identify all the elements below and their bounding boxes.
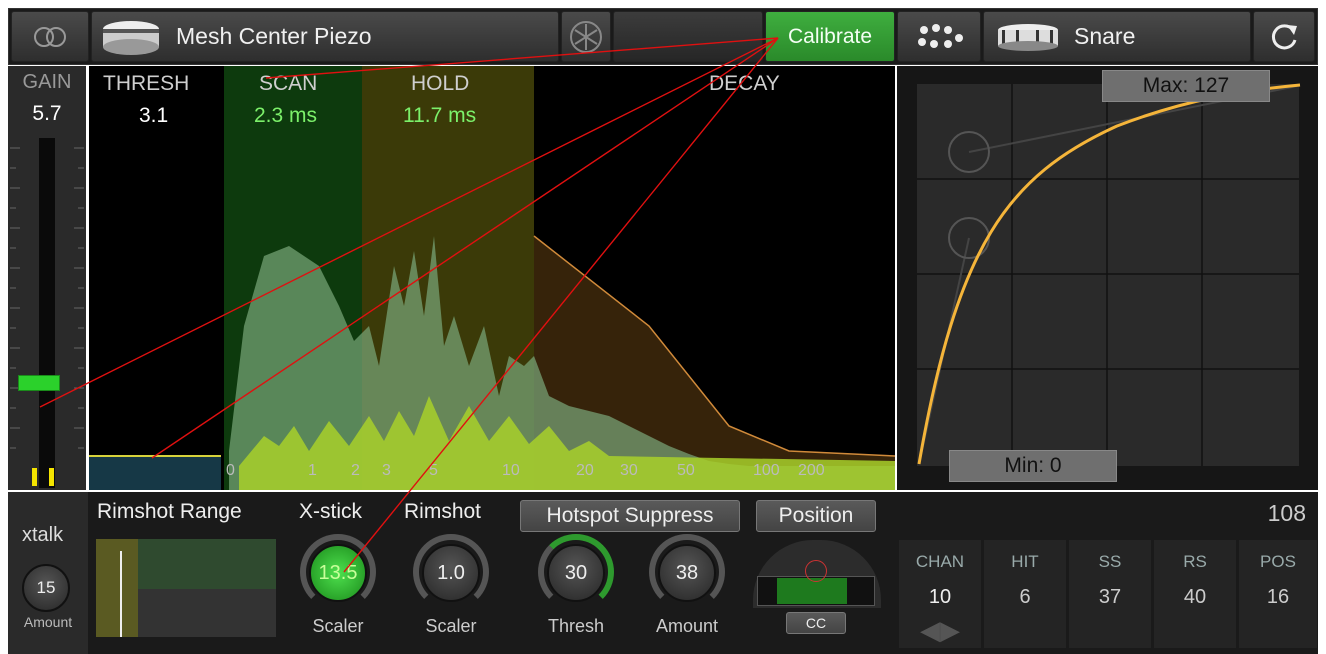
bottom-panel: xtalk 15 Amount Rimshot Range X-stick 13… xyxy=(8,492,1318,654)
chan-title: CHAN xyxy=(915,552,965,571)
tick-label: 5 xyxy=(429,462,438,479)
channel-ss[interactable]: SS 37 xyxy=(1069,540,1151,648)
rs-title: RS xyxy=(1183,552,1207,571)
drumkit-icon xyxy=(918,23,963,48)
link-button[interactable] xyxy=(11,11,89,62)
channel-rs[interactable]: RS 40 xyxy=(1154,540,1236,648)
tick-label: 100 xyxy=(753,462,780,479)
xtalk-section: xtalk 15 Amount xyxy=(8,492,88,654)
tick-label: 30 xyxy=(620,462,638,479)
gain-column: GAIN 5.7 xyxy=(8,66,86,490)
cc-button[interactable]: CC xyxy=(786,612,846,634)
velocity-curve-panel: Max: 127 Min: 0 xyxy=(897,66,1318,490)
hotspot-amount-label: Amount xyxy=(655,616,719,636)
scan-value: 2.3 ms xyxy=(254,104,318,127)
hotspot-thresh-knob[interactable]: 30 xyxy=(547,544,605,602)
rimshot-label: Rimshot xyxy=(404,500,482,523)
yamaha-logo-icon xyxy=(570,20,602,53)
max-velocity-label[interactable]: Max: 127 xyxy=(1102,70,1270,102)
refresh-icon xyxy=(1271,23,1297,49)
time-scale: 0 1 2 3 5 10 20 30 50 100 200 xyxy=(224,462,894,488)
hold-value: 11.7 ms xyxy=(403,104,477,127)
chan-arrows: ◀▶ xyxy=(899,615,981,646)
instrument-name: Snare xyxy=(1074,23,1136,49)
xstick-scaler-knob[interactable]: 13.5 xyxy=(309,544,367,602)
event-count: 108 xyxy=(1267,500,1306,526)
rimshot-scaler-knob[interactable]: 1.0 xyxy=(422,544,480,602)
channel-hit[interactable]: HIT 6 xyxy=(984,540,1066,648)
snare-drum-icon xyxy=(998,23,1058,51)
kit-layout-button[interactable] xyxy=(897,11,981,62)
instrument-select-button[interactable]: Snare xyxy=(983,11,1251,62)
decay-label: DECAY xyxy=(709,72,780,95)
calibrate-label: Calibrate xyxy=(787,24,873,48)
top-bar: Mesh Center Piezo Calibrate Snare xyxy=(8,8,1318,65)
xtalk-knob[interactable]: 15 xyxy=(22,564,70,612)
xstick-scaler-label: Scaler xyxy=(312,616,364,636)
pos-title: POS xyxy=(1260,552,1296,571)
yamaha-button[interactable] xyxy=(561,11,611,62)
gain-scale-ticks xyxy=(10,147,84,449)
xtalk-label: xtalk xyxy=(22,524,64,546)
hotspot-thresh-label: Thresh xyxy=(547,616,605,636)
pad-name: Mesh Center Piezo xyxy=(176,23,372,49)
rimshot-range-graph[interactable] xyxy=(96,539,276,637)
pad-select-button[interactable]: Mesh Center Piezo xyxy=(91,11,559,62)
gain-label: GAIN xyxy=(22,71,72,93)
tick-label: 0 xyxy=(226,462,235,479)
thresh-label: THRESH xyxy=(103,72,190,95)
channel-chan[interactable]: CHAN 10 ◀▶ xyxy=(899,540,981,648)
hotspot-amount-knob[interactable]: 38 xyxy=(658,544,716,602)
tick-label: 2 xyxy=(351,462,360,479)
calibrate-button[interactable]: Calibrate xyxy=(765,11,895,62)
peak-indicator-right xyxy=(49,468,54,486)
pos-value: 16 xyxy=(1266,586,1290,608)
ss-value: 37 xyxy=(1098,586,1122,608)
velocity-curve-graph[interactable] xyxy=(897,66,1318,490)
scan-label: SCAN xyxy=(259,72,318,95)
thresh-value: 3.1 xyxy=(139,104,169,127)
hotspot-suppress-button[interactable]: Hotspot Suppress xyxy=(520,500,740,532)
reset-button[interactable] xyxy=(1253,11,1315,62)
hold-label: HOLD xyxy=(411,72,470,95)
tick-label: 10 xyxy=(502,462,520,479)
min-velocity-label[interactable]: Min: 0 xyxy=(949,450,1117,482)
rimshot-range-label: Rimshot Range xyxy=(97,500,242,523)
chan-prev-icon[interactable]: ◀ xyxy=(920,615,940,645)
chan-value: 10 xyxy=(928,586,952,608)
drum-pad-icon xyxy=(103,20,159,55)
waveform-panel[interactable]: THRESH 3.1 SCAN 2.3 ms HOLD 11.7 ms DECA… xyxy=(89,66,895,490)
rimshot-scaler-label: Scaler xyxy=(425,616,477,636)
xstick-label: X-stick xyxy=(299,500,362,523)
waveform-graph xyxy=(89,66,895,490)
gain-value: 5.7 xyxy=(32,102,62,125)
position-button[interactable]: Position xyxy=(756,500,876,532)
tick-label: 50 xyxy=(677,462,695,479)
tick-label: 200 xyxy=(798,462,825,479)
gain-slider-handle[interactable] xyxy=(18,375,60,391)
rs-value: 40 xyxy=(1183,586,1207,608)
ss-title: SS xyxy=(1098,552,1122,571)
tick-label: 20 xyxy=(576,462,594,479)
chan-next-icon[interactable]: ▶ xyxy=(940,615,960,645)
empty-toolbar-slot xyxy=(613,11,763,62)
channel-pos[interactable]: POS 16 xyxy=(1239,540,1317,648)
link-rings-icon xyxy=(34,26,66,47)
peak-indicator-left xyxy=(32,468,37,486)
xtalk-amount-label: Amount xyxy=(23,614,73,630)
hit-value: 6 xyxy=(1019,586,1031,608)
tick-label: 3 xyxy=(382,462,391,479)
tick-label: 1 xyxy=(308,462,317,479)
hit-title: HIT xyxy=(1011,552,1039,571)
position-display xyxy=(753,540,881,608)
